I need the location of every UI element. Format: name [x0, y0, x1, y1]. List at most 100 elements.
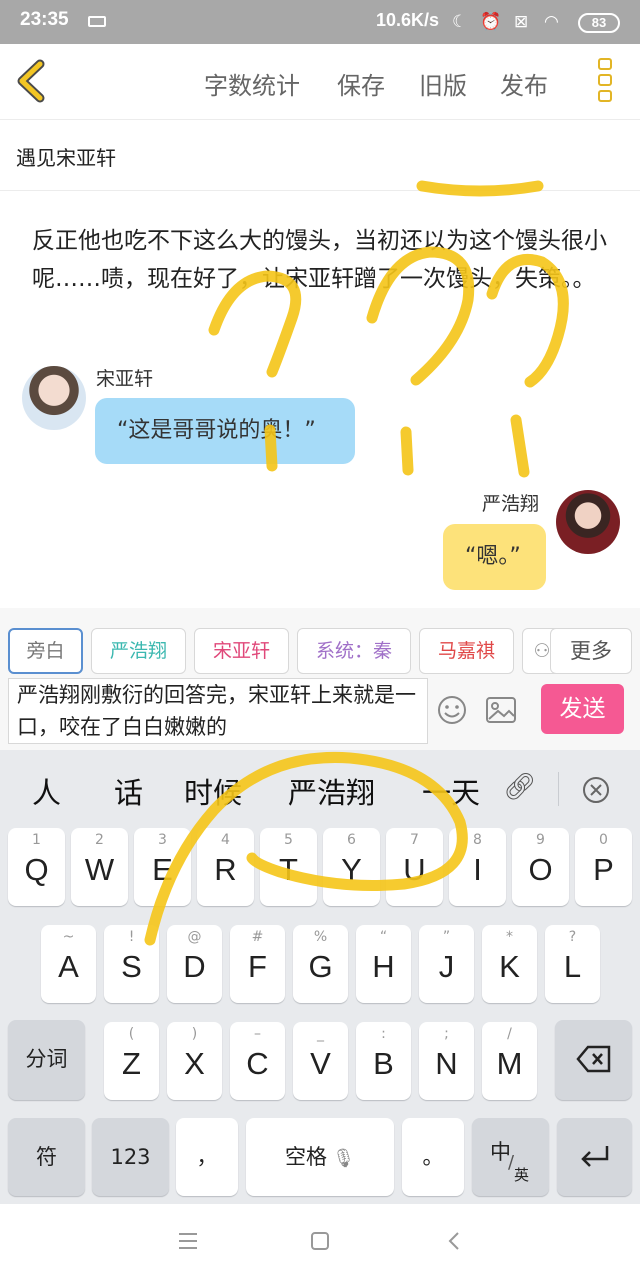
key-g[interactable]: % G	[293, 925, 348, 1003]
role-tab-narrator[interactable]: 旁白	[8, 628, 83, 674]
key-hint: 7	[410, 832, 419, 848]
role-tab-ma-jiaqi[interactable]: 马嘉祺	[419, 628, 514, 674]
key-m[interactable]: / M	[482, 1022, 537, 1100]
key-r[interactable]: 4R	[197, 828, 254, 906]
period-key[interactable]: 。	[402, 1118, 464, 1196]
avatar-yan-haoxiang[interactable]	[556, 490, 620, 554]
key-w[interactable]: 2W	[71, 828, 128, 906]
key-k[interactable]: * K	[482, 925, 537, 1003]
message-input[interactable]: 严浩翔刚敷衍的回答完，宋亚轩上来就是一口，咬在了白白嫩嫩的	[8, 678, 428, 744]
candidate-word[interactable]: 严浩翔	[288, 770, 375, 812]
key-q[interactable]: 1Q	[8, 828, 65, 906]
message-bubble[interactable]: “嗯。”	[443, 524, 546, 590]
app-header: 字数统计 保存 旧版 发布	[0, 44, 640, 120]
old-version-button[interactable]: 旧版	[419, 66, 467, 101]
menu-dot-icon	[598, 58, 612, 70]
key-label: Q	[24, 852, 49, 887]
key-t[interactable]: 5T	[260, 828, 317, 906]
link-icon[interactable]: 🔗︎	[503, 772, 536, 802]
key-y[interactable]: 6Y	[323, 828, 380, 906]
message-bubble[interactable]: “这是哥哥说的奥！”	[95, 398, 355, 464]
enter-key[interactable]	[557, 1118, 632, 1196]
emoji-icon[interactable]	[436, 694, 468, 726]
key-hint: ”	[442, 929, 451, 945]
segment-key[interactable]: 分词	[8, 1020, 85, 1100]
back-button[interactable]	[10, 56, 54, 106]
key-label: T	[279, 852, 298, 887]
key-hint: 0	[599, 832, 608, 848]
candidate-word[interactable]: 人	[32, 770, 61, 812]
candidate-word[interactable]: 一天	[422, 770, 488, 812]
key-hint: ;	[444, 1026, 449, 1042]
key-n[interactable]: ; N	[419, 1022, 474, 1100]
key-j[interactable]: ” J	[419, 925, 474, 1003]
language-sub-label: 英	[514, 1166, 530, 1184]
key-label: S	[121, 949, 142, 984]
key-label: E	[152, 852, 173, 887]
close-candidates-icon[interactable]	[581, 775, 611, 805]
key-u[interactable]: 7U	[386, 828, 443, 906]
key-v[interactable]: _ V	[293, 1022, 348, 1100]
network-speed: 10.6K/s	[376, 10, 440, 30]
key-label: Y	[341, 852, 362, 887]
more-roles-button[interactable]: 更多	[550, 628, 632, 674]
menu-icon[interactable]	[177, 1232, 199, 1250]
key-hint: 9	[536, 832, 545, 848]
numbers-key-label: 123	[110, 1145, 151, 1169]
word-count-button[interactable]: 字数统计	[204, 66, 300, 101]
key-i[interactable]: 8I	[449, 828, 506, 906]
key-s[interactable]: ! S	[104, 925, 159, 1003]
home-icon[interactable]	[310, 1231, 330, 1251]
symbols-key[interactable]: 符	[8, 1118, 85, 1196]
key-label: L	[563, 949, 582, 984]
key-hint: !	[128, 929, 135, 945]
story-title[interactable]: 遇见宋亚轩	[16, 142, 116, 171]
key-a[interactable]: ~ A	[41, 925, 96, 1003]
send-button[interactable]: 发送	[541, 684, 624, 734]
speaker-name: 严浩翔	[482, 493, 540, 515]
candidate-word[interactable]: 时候	[184, 770, 242, 812]
comma-key[interactable]: ，	[176, 1118, 238, 1196]
back-nav-icon[interactable]	[446, 1231, 462, 1251]
key-hint: 3	[158, 832, 167, 848]
key-f[interactable]: # F	[230, 925, 285, 1003]
publish-button[interactable]: 发布	[500, 66, 548, 101]
language-switch-key[interactable]: 中 / 英	[472, 1118, 549, 1196]
space-key[interactable]: 空格 🎙︎	[246, 1118, 394, 1196]
narration-text: 反正他也吃不下这么大的馒头，当初还以为这个馒头很小呢……啧，现在好了，让宋亚轩蹭…	[32, 228, 607, 292]
menu-dot-icon	[598, 74, 612, 86]
candidate-word[interactable]: 话	[114, 770, 143, 812]
more-menu-button[interactable]	[594, 58, 616, 108]
key-z[interactable]: (Z	[104, 1022, 159, 1100]
backspace-key[interactable]	[555, 1020, 632, 1100]
key-d[interactable]: @ D	[167, 925, 222, 1003]
key-label: R	[214, 852, 237, 887]
numbers-key[interactable]: 123	[92, 1118, 169, 1196]
microphone-icon: 🎙︎	[332, 1148, 355, 1169]
key-b[interactable]: :B	[356, 1022, 411, 1100]
key-hint: 4	[221, 832, 230, 848]
no-sim-icon: ⊠	[514, 12, 529, 32]
key-l[interactable]: ? L	[545, 925, 600, 1003]
avatar-song-yaxuan[interactable]	[22, 366, 86, 430]
key-p[interactable]: 0P	[575, 828, 632, 906]
speaker-name: 宋亚轩	[96, 368, 154, 390]
key-c[interactable]: – C	[230, 1022, 285, 1100]
key-h[interactable]: “H	[356, 925, 411, 1003]
key-hint: _	[317, 1026, 324, 1042]
key-e[interactable]: 3E	[134, 828, 191, 906]
key-o[interactable]: 9O	[512, 828, 569, 906]
role-tab-yan-haoxiang[interactable]: 严浩翔	[91, 628, 186, 674]
key-hint: 5	[284, 832, 293, 848]
period-key-label: 。	[422, 1145, 444, 1169]
key-x[interactable]: ) X	[167, 1022, 222, 1100]
key-label: H	[372, 949, 395, 984]
key-label: K	[499, 949, 520, 984]
key-label: X	[184, 1046, 205, 1081]
role-tab-song-yaxuan[interactable]: 宋亚轩	[194, 628, 289, 674]
image-icon[interactable]	[485, 696, 517, 724]
save-button[interactable]: 保存	[337, 66, 385, 101]
soft-keyboard: 人 话 时候 严浩翔 一天 🔗︎ 1 Q 2 W 3 E 4 R 5 T 6 Y 7 U 8 I 9 O 0 P ~ A!…	[0, 750, 640, 1204]
key-label: D	[183, 949, 206, 984]
role-tab-system[interactable]: 系统：秦	[297, 628, 411, 674]
